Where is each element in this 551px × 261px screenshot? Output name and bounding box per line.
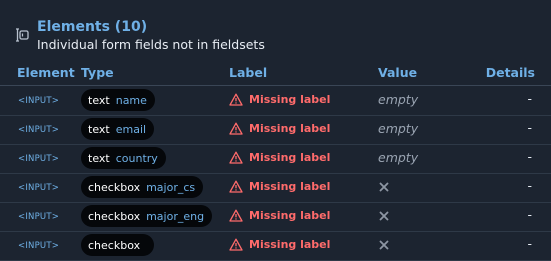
- field-type: text: [88, 122, 110, 136]
- type-pill: checkbox major_eng: [81, 205, 213, 227]
- type-pill: text country: [81, 147, 166, 169]
- warning-triangle-icon: [229, 238, 243, 251]
- warning-triangle-icon: [229, 93, 243, 106]
- element-tag[interactable]: <INPUT>: [18, 154, 59, 164]
- field-name: major_eng: [146, 209, 205, 223]
- details-cell: -: [527, 178, 532, 193]
- field-type: text: [88, 93, 110, 107]
- type-pill: text email: [81, 118, 155, 140]
- details-cell: -: [527, 236, 532, 251]
- label-status: Missing label: [229, 151, 330, 164]
- missing-label-text: Missing label: [249, 209, 331, 222]
- details-cell: -: [527, 91, 532, 106]
- element-tag[interactable]: <INPUT>: [18, 125, 59, 135]
- table-header: Element Type Label Value Details: [0, 61, 551, 86]
- type-pill: checkbox: [81, 234, 155, 256]
- field-type: checkbox: [88, 180, 141, 194]
- missing-label-text: Missing label: [249, 122, 331, 135]
- x-icon: [379, 182, 389, 192]
- field-value: empty: [378, 121, 419, 136]
- type-pill: text name: [81, 89, 155, 111]
- details-cell: -: [527, 149, 532, 164]
- table-row[interactable]: <INPUT> checkbox major_cs Missing label -: [0, 173, 551, 203]
- column-header-value[interactable]: Value: [378, 65, 417, 80]
- column-header-details[interactable]: Details: [486, 65, 535, 80]
- details-cell: -: [527, 120, 532, 135]
- warning-triangle-icon: [229, 180, 243, 193]
- warning-triangle-icon: [229, 209, 243, 222]
- field-name: email: [115, 122, 147, 136]
- table-row[interactable]: <INPUT> text name Missing label empty -: [0, 86, 551, 116]
- table-row[interactable]: <INPUT> checkbox major_eng Missing label -: [0, 202, 551, 232]
- element-tag[interactable]: <INPUT>: [18, 183, 59, 193]
- table-row[interactable]: <INPUT> checkbox Missing label -: [0, 231, 551, 261]
- field-value: empty: [378, 92, 419, 107]
- field-type: checkbox: [88, 209, 141, 223]
- field-name: country: [115, 151, 158, 165]
- section-subtitle: Individual form fields not in fieldsets: [37, 37, 265, 52]
- table-row[interactable]: <INPUT> text country Missing label empty -: [0, 144, 551, 174]
- label-status: Missing label: [229, 238, 330, 251]
- missing-label-text: Missing label: [249, 151, 331, 164]
- column-header-type[interactable]: Type: [81, 65, 114, 80]
- element-tag[interactable]: <INPUT>: [18, 96, 59, 106]
- field-type: text: [88, 151, 110, 165]
- column-header-label[interactable]: Label: [229, 65, 267, 80]
- missing-label-text: Missing label: [249, 238, 331, 251]
- element-tag[interactable]: <INPUT>: [18, 241, 59, 251]
- column-header-element[interactable]: Element: [17, 65, 75, 80]
- warning-triangle-icon: [229, 151, 243, 164]
- details-cell: -: [527, 207, 532, 222]
- table-row[interactable]: <INPUT> text email Missing label empty -: [0, 115, 551, 145]
- x-icon: [379, 211, 389, 221]
- field-name: major_cs: [146, 180, 196, 194]
- form-field-icon: [16, 28, 29, 42]
- section-title: Elements (10): [37, 19, 148, 35]
- section-header: Elements (10) Individual form fields not…: [12, 18, 542, 54]
- missing-label-text: Missing label: [249, 93, 331, 106]
- label-status: Missing label: [229, 180, 330, 193]
- element-tag[interactable]: <INPUT>: [18, 212, 59, 222]
- field-name: name: [115, 93, 147, 107]
- type-pill: checkbox major_cs: [81, 176, 204, 198]
- warning-triangle-icon: [229, 122, 243, 135]
- field-value: empty: [378, 150, 419, 165]
- label-status: Missing label: [229, 93, 330, 106]
- label-status: Missing label: [229, 209, 330, 222]
- missing-label-text: Missing label: [249, 180, 331, 193]
- label-status: Missing label: [229, 122, 330, 135]
- field-type: checkbox: [88, 238, 141, 252]
